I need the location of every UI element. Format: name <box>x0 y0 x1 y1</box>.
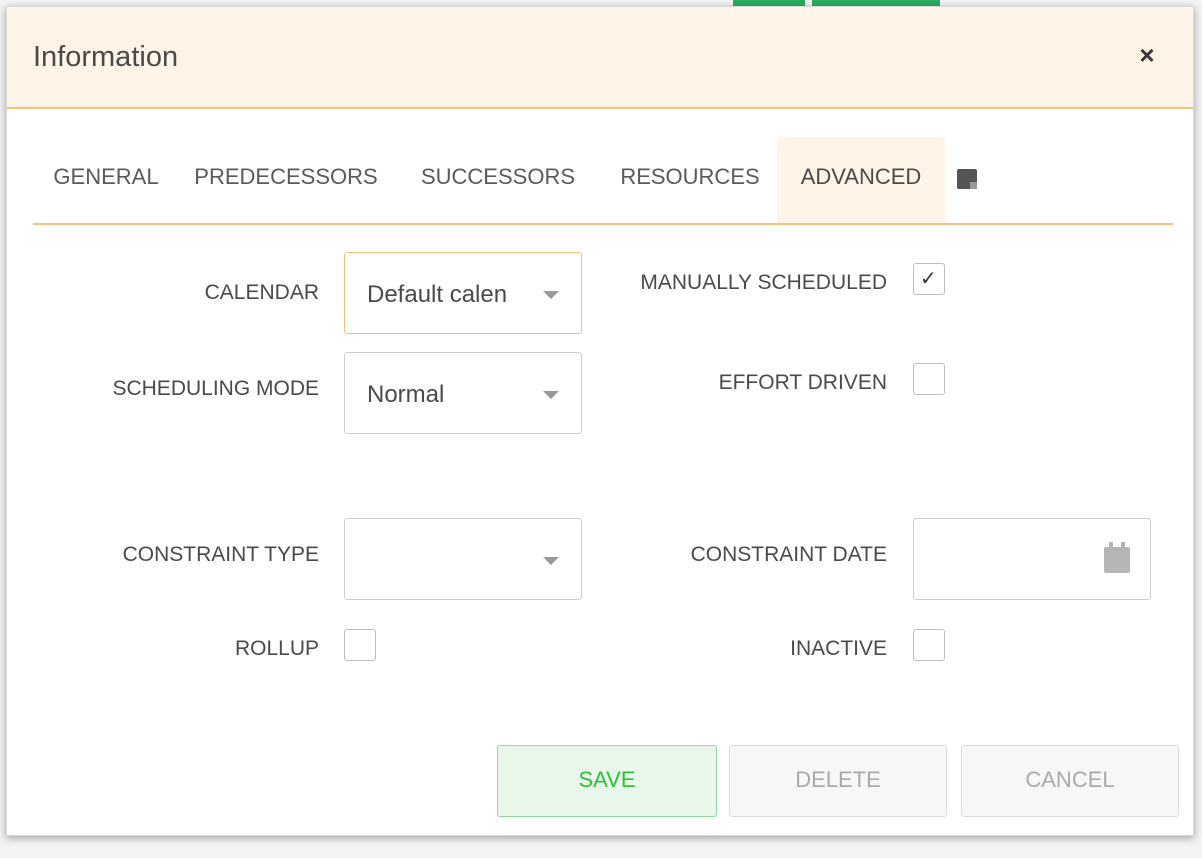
dialog-title: Information <box>33 41 179 73</box>
chevron-down-icon <box>543 557 559 565</box>
tab-successors[interactable]: SUCCESSORS <box>393 137 603 223</box>
calendar-icon[interactable] <box>1104 542 1130 573</box>
scheduling-mode-select[interactable]: Normal <box>344 352 582 434</box>
tab-predecessors[interactable]: PREDECESSORS <box>179 137 393 223</box>
dialog-header: Information × <box>7 7 1193 109</box>
save-button[interactable]: SAVE <box>497 745 717 817</box>
close-icon[interactable]: × <box>1133 41 1161 69</box>
manually-scheduled-checkbox[interactable]: ✓ <box>913 263 945 295</box>
scheduling-mode-label: SCHEDULING MODE <box>112 377 319 400</box>
information-dialog: Information × GENERAL PREDECESSORS SUCCE… <box>6 6 1194 836</box>
scheduling-mode-value: Normal <box>367 381 445 408</box>
constraint-type-label: CONSTRAINT TYPE <box>122 543 319 566</box>
delete-button[interactable]: DELETE <box>729 745 947 817</box>
chevron-down-icon <box>543 291 559 299</box>
tab-notes[interactable] <box>945 137 985 223</box>
constraint-date-field[interactable] <box>913 518 1151 600</box>
manually-scheduled-label: MANUALLY SCHEDULED <box>640 271 887 294</box>
tab-general[interactable]: GENERAL <box>33 137 179 223</box>
constraint-type-select[interactable] <box>344 518 582 600</box>
effort-driven-label: EFFORT DRIVEN <box>718 371 887 394</box>
calendar-select[interactable]: Default calen <box>344 252 582 334</box>
constraint-date-label: CONSTRAINT DATE <box>690 543 887 566</box>
chevron-down-icon <box>543 391 559 399</box>
calendar-value: Default calen <box>367 281 508 308</box>
note-icon <box>957 169 977 189</box>
tab-advanced[interactable]: ADVANCED <box>777 137 945 223</box>
cancel-button[interactable]: CANCEL <box>961 745 1179 817</box>
inactive-checkbox[interactable] <box>913 629 945 661</box>
calendar-label: CALENDAR <box>204 281 319 304</box>
rollup-label: ROLLUP <box>234 637 319 660</box>
rollup-checkbox[interactable] <box>344 629 376 661</box>
check-icon: ✓ <box>920 268 937 290</box>
effort-driven-checkbox[interactable] <box>913 363 945 395</box>
tab-resources[interactable]: RESOURCES <box>603 137 777 223</box>
tab-bar: GENERAL PREDECESSORS SUCCESSORS RESOURCE… <box>33 137 1173 225</box>
inactive-label: INACTIVE <box>790 637 887 660</box>
